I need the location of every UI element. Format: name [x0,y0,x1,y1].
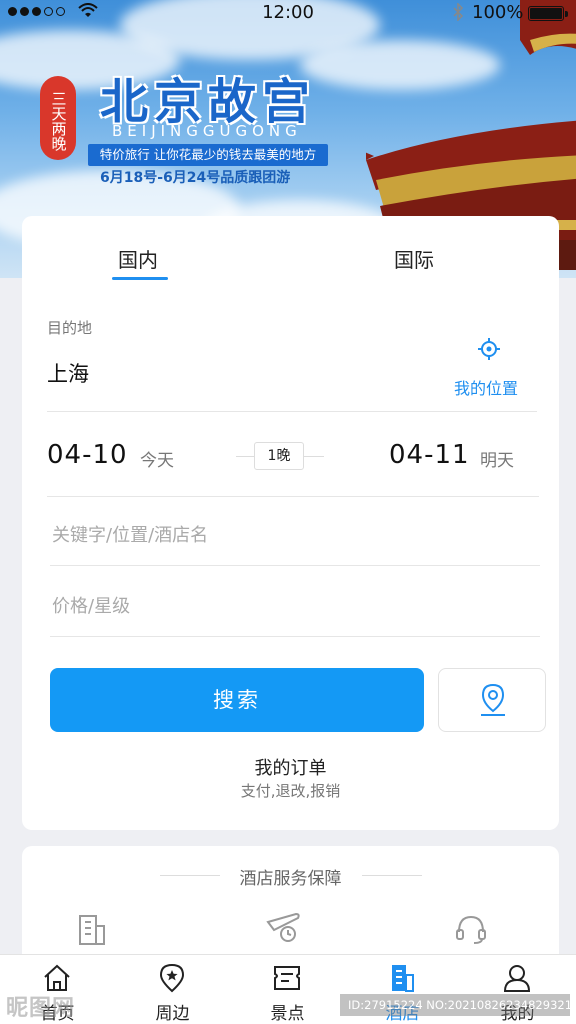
hotel-search-card: 国内 国际 目的地 上海 我的位置 04-10 今天 1晚 04-11 明天 关… [22,216,559,830]
headset-icon [456,915,486,944]
nights-badge: 1晚 [254,442,304,470]
check-in-date[interactable]: 04-10 [47,440,128,470]
divider [362,875,422,876]
my-orders-link[interactable]: 我的订单 [22,754,559,780]
location-star-icon [159,963,185,993]
tab-international[interactable]: 国际 [394,244,434,273]
my-location-button[interactable]: 我的位置 [454,375,518,399]
status-bar: 12:00 100% [0,0,576,26]
destination-input[interactable]: 上海 [47,358,89,388]
watermark-id: ID:27915224 NO:20210826234829321 [340,994,570,1016]
my-orders-subtitle: 支付,退改,报销 [240,782,341,800]
banner-dates: 6月18号-6月24号品质跟团游 [100,170,291,186]
bluetooth-icon [453,3,464,21]
tab-attractions[interactable]: 景点 [230,955,345,1024]
hotel-icon [392,965,414,992]
tab-label: 景点 [270,1004,305,1024]
keyword-input[interactable]: 关键字/位置/酒店名 [52,521,208,547]
tab-nearby[interactable]: 周边 [115,955,230,1024]
crosshair-icon[interactable] [478,338,500,360]
service-title: 酒店服务保障 [239,869,342,889]
tab-label: 周边 [155,1004,190,1024]
divider [47,411,537,412]
battery-icon [528,6,568,21]
divider [50,565,540,566]
divider [50,636,540,637]
banner-subtitle: BEIJINGGUGONG [112,122,302,140]
price-star-input[interactable]: 价格/星级 [52,592,130,618]
check-out-label: 明天 [480,451,514,471]
promo-seal: 三天两晚 [40,76,76,160]
check-out-date[interactable]: 04-11 [389,440,470,470]
divider [47,496,539,497]
search-button[interactable]: 搜索 [50,668,424,732]
active-tab-indicator [112,277,168,280]
battery-percent: 100% [472,2,524,23]
watermark-logo: 昵图网 [6,996,76,1021]
user-icon [503,965,531,992]
map-pin-icon [481,683,505,716]
ticket-icon [274,966,300,990]
tab-domestic[interactable]: 国内 [118,244,158,273]
home-icon [44,964,70,991]
destination-label: 目的地 [47,319,93,337]
banner-ribbon: 特价旅行 让你花最少的钱去最美的地方 [88,144,328,166]
plane-clock-icon [266,912,300,942]
check-in-label: 今天 [140,451,174,471]
building-icon [79,915,105,945]
map-search-button[interactable] [438,668,546,732]
